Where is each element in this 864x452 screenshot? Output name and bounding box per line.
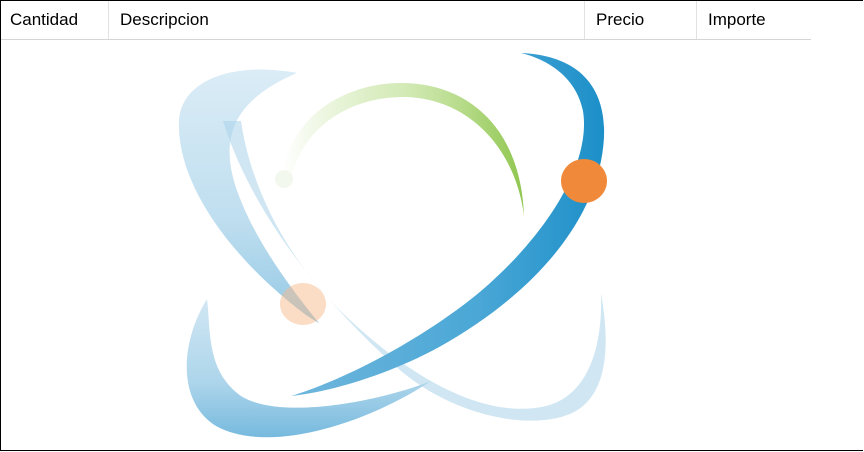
column-header-cantidad[interactable]: Cantidad [1,1,109,39]
atom-logo-icon [178,53,607,438]
column-header-label: Cantidad [10,10,79,29]
column-header-descripcion[interactable]: Descripcion [109,1,585,39]
column-header-label: Precio [596,10,645,29]
items-list-view[interactable]: Cantidad Descripcion Precio Importe [0,0,864,451]
column-header-precio[interactable]: Precio [585,1,697,39]
header-empty-area [811,1,864,39]
column-header-label: Descripcion [120,10,209,29]
column-header-label: Importe [708,10,766,29]
column-header-importe[interactable]: Importe [697,1,811,39]
list-header: Cantidad Descripcion Precio Importe [1,1,811,40]
